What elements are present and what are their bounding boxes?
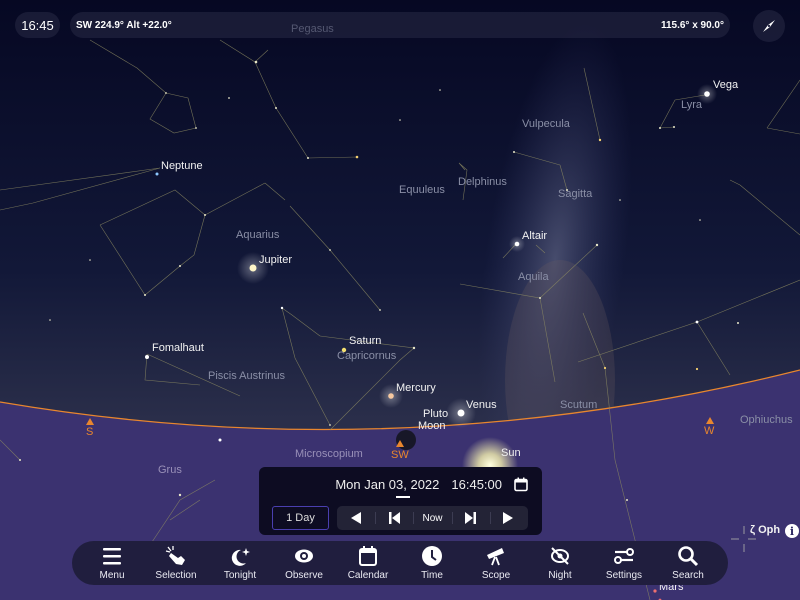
constellation-label[interactable]: Equuleus bbox=[399, 184, 445, 196]
star-label-altair[interactable]: Altair bbox=[522, 230, 547, 242]
star-label-fomalhaut[interactable]: Fomalhaut bbox=[152, 342, 204, 354]
orientation-bar: SW 224.9° Alt +22.0° 115.6° x 90.0° bbox=[70, 12, 730, 38]
planet-label-neptune[interactable]: Neptune bbox=[161, 160, 203, 172]
time-panel: Mon Jan 03, 2022 16:45:00 1 Day Now bbox=[259, 467, 542, 535]
constellation-label[interactable]: Piscis Austrinus bbox=[208, 370, 285, 382]
toolbar-search-button[interactable]: Search bbox=[656, 545, 720, 581]
info-icon[interactable]: i bbox=[785, 524, 799, 538]
toolbar-observe-button[interactable]: Observe bbox=[272, 545, 336, 581]
toolbar-calendar-button[interactable]: Calendar bbox=[336, 545, 400, 581]
planet-label-pluto[interactable]: Pluto bbox=[423, 408, 448, 420]
planet-label-saturn[interactable]: Saturn bbox=[349, 335, 381, 347]
toolbar-label: Selection bbox=[155, 570, 197, 581]
calendar-picker-icon[interactable] bbox=[514, 477, 528, 492]
skip-back-icon bbox=[388, 512, 400, 524]
step-size-button[interactable]: 1 Day bbox=[272, 506, 329, 530]
moon-stars-icon bbox=[231, 548, 250, 566]
step-forward-button[interactable] bbox=[489, 506, 528, 530]
constellation-label[interactable]: Grus bbox=[158, 464, 182, 476]
constellation-label[interactable]: Capricornus bbox=[337, 350, 396, 362]
planet-label-venus[interactable]: Venus bbox=[466, 399, 497, 411]
search-icon bbox=[678, 546, 699, 567]
direction-label-w: W bbox=[704, 425, 715, 437]
toolbar-scope-button[interactable]: Scope bbox=[464, 545, 528, 581]
toolbar-label: Menu bbox=[99, 570, 125, 581]
compass-icon bbox=[763, 20, 775, 32]
calendar-icon bbox=[359, 546, 377, 566]
toolbar-label: Search bbox=[672, 570, 704, 581]
planet-label-sun[interactable]: Sun bbox=[501, 447, 521, 459]
toolbar-night-button[interactable]: Night bbox=[528, 545, 592, 581]
constellation-label[interactable]: Delphinus bbox=[458, 176, 507, 188]
star-label-vega[interactable]: Vega bbox=[713, 79, 738, 91]
constellation-label[interactable]: Vulpecula bbox=[522, 118, 570, 130]
clock-display: 16:45 bbox=[15, 12, 60, 38]
eye-icon bbox=[295, 549, 313, 563]
toolbar-label: Scope bbox=[481, 570, 511, 581]
toolbar-label: Time bbox=[421, 570, 443, 581]
step-back-button[interactable] bbox=[337, 506, 375, 530]
planet-label-moon[interactable]: Moon bbox=[418, 420, 446, 432]
play-icon bbox=[503, 512, 514, 524]
constellation-label[interactable]: Sagitta bbox=[558, 188, 592, 200]
direction-readout: SW 224.9° Alt +22.0° bbox=[76, 19, 172, 31]
planet-label-mercury[interactable]: Mercury bbox=[396, 382, 436, 394]
clock-icon bbox=[422, 546, 442, 566]
play-reverse-icon bbox=[350, 512, 361, 524]
menu-icon bbox=[103, 548, 121, 565]
compass-button[interactable] bbox=[753, 10, 785, 42]
skip-forward-button[interactable] bbox=[451, 506, 490, 530]
constellation-label[interactable]: Aquarius bbox=[236, 229, 279, 241]
toolbar-label: Settings bbox=[605, 570, 643, 581]
constellation-label[interactable]: Ophiuchus bbox=[740, 414, 793, 426]
planet-label-jupiter[interactable]: Jupiter bbox=[259, 254, 292, 266]
constellation-label[interactable]: Aquila bbox=[518, 271, 549, 283]
toolbar-tonight-button[interactable]: Tonight bbox=[208, 545, 272, 581]
selected-object-label[interactable]: ζ Oph bbox=[750, 524, 780, 536]
time-navigation: Now bbox=[337, 506, 528, 530]
now-button[interactable]: Now bbox=[413, 506, 451, 530]
toolbar-settings-button[interactable]: Settings bbox=[592, 545, 656, 581]
bottom-toolbar: Menu Selection Tonight Observe Calendar … bbox=[72, 541, 728, 585]
toolbar-menu-button[interactable]: Menu bbox=[80, 545, 144, 581]
direction-label-s: S bbox=[86, 426, 94, 438]
date-field[interactable]: Mon Jan 03, 2022 bbox=[335, 477, 439, 492]
toolbar-selection-button[interactable]: Selection bbox=[144, 545, 208, 581]
toolbar-label: Night bbox=[548, 570, 572, 581]
toolbar-time-button[interactable]: Time bbox=[400, 545, 464, 581]
constellation-label[interactable]: Scutum bbox=[560, 399, 597, 411]
skip-back-button[interactable] bbox=[375, 506, 413, 530]
toolbar-label: Calendar bbox=[347, 570, 389, 581]
telescope-icon bbox=[487, 548, 504, 566]
direction-label-sw: SW bbox=[391, 449, 409, 461]
constellation-label[interactable]: Microscopium bbox=[295, 448, 363, 460]
constellation-label[interactable]: Lyra bbox=[681, 99, 702, 111]
selected-field-indicator bbox=[396, 496, 410, 498]
time-field[interactable]: 16:45:00 bbox=[451, 477, 502, 492]
fov-readout: 115.6° x 90.0° bbox=[660, 19, 724, 31]
sliders-icon bbox=[614, 548, 634, 564]
night-mode-icon bbox=[551, 547, 569, 565]
pointing-hand-icon bbox=[165, 546, 185, 565]
skip-forward-icon bbox=[465, 512, 477, 524]
toolbar-label: Observe bbox=[285, 570, 323, 581]
clock-text: 16:45 bbox=[21, 17, 54, 33]
toolbar-label: Tonight bbox=[223, 570, 257, 581]
